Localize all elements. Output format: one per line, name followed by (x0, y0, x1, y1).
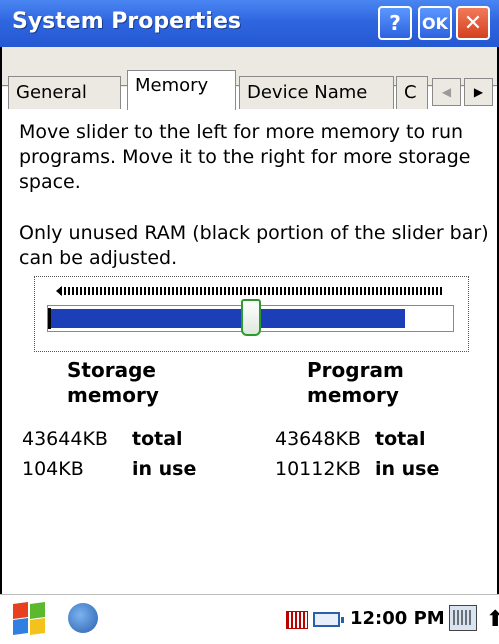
battery-icon[interactable] (313, 612, 344, 627)
program-memory-heading: Program memory (307, 358, 417, 408)
memory-slider-thumb[interactable] (241, 299, 261, 336)
storage-heading-text: Storage memory (67, 358, 159, 407)
start-menu-icon[interactable] (12, 601, 46, 636)
storage-total-label: total (132, 428, 183, 450)
tab-scroll-right-icon[interactable]: ▶ (464, 78, 493, 106)
storage-inuse-value: 104KB (22, 458, 84, 480)
program-inuse-label: in use (375, 458, 440, 480)
tab-partial[interactable]: C (396, 76, 428, 109)
program-inuse-value: 10112KB (275, 458, 361, 480)
ram-note-text: Only unused RAM (black portion of the sl… (19, 222, 489, 269)
tab-general[interactable]: General (8, 76, 121, 109)
input-panel-icon[interactable] (449, 605, 477, 631)
storage-inuse-label: in use (132, 458, 197, 480)
program-total-label: total (375, 428, 426, 450)
taskbar: 12:00 PM ⬆ (0, 594, 499, 644)
slider-ticks (60, 287, 444, 295)
close-button[interactable]: ✕ (456, 6, 490, 40)
help-button[interactable]: ? (378, 6, 412, 40)
signal-tray-icon[interactable] (286, 611, 308, 629)
slider-fill (51, 309, 405, 328)
storage-total-value: 43644KB (22, 428, 108, 450)
instruction-text: Move slider to the left for more memory … (19, 121, 471, 193)
tab-device-name[interactable]: Device Name (239, 76, 394, 109)
window-left-edge (0, 47, 2, 594)
up-arrow-icon[interactable]: ⬆ (486, 607, 499, 632)
tab-scroll-arrows: ◀ ▶ (432, 78, 496, 106)
clock[interactable]: 12:00 PM (350, 608, 445, 629)
storage-memory-heading: Storage memory (67, 358, 177, 408)
window-title: System Properties (12, 9, 241, 34)
program-heading-text: Program memory (307, 358, 404, 407)
tab-scroll-left-icon[interactable]: ◀ (432, 78, 461, 106)
tab-memory[interactable]: Memory (127, 70, 236, 110)
title-bar: System Properties ? OK ✕ (0, 0, 499, 48)
program-total-value: 43648KB (275, 428, 361, 450)
running-app-icon[interactable] (68, 603, 98, 633)
ok-button[interactable]: OK (418, 6, 452, 40)
